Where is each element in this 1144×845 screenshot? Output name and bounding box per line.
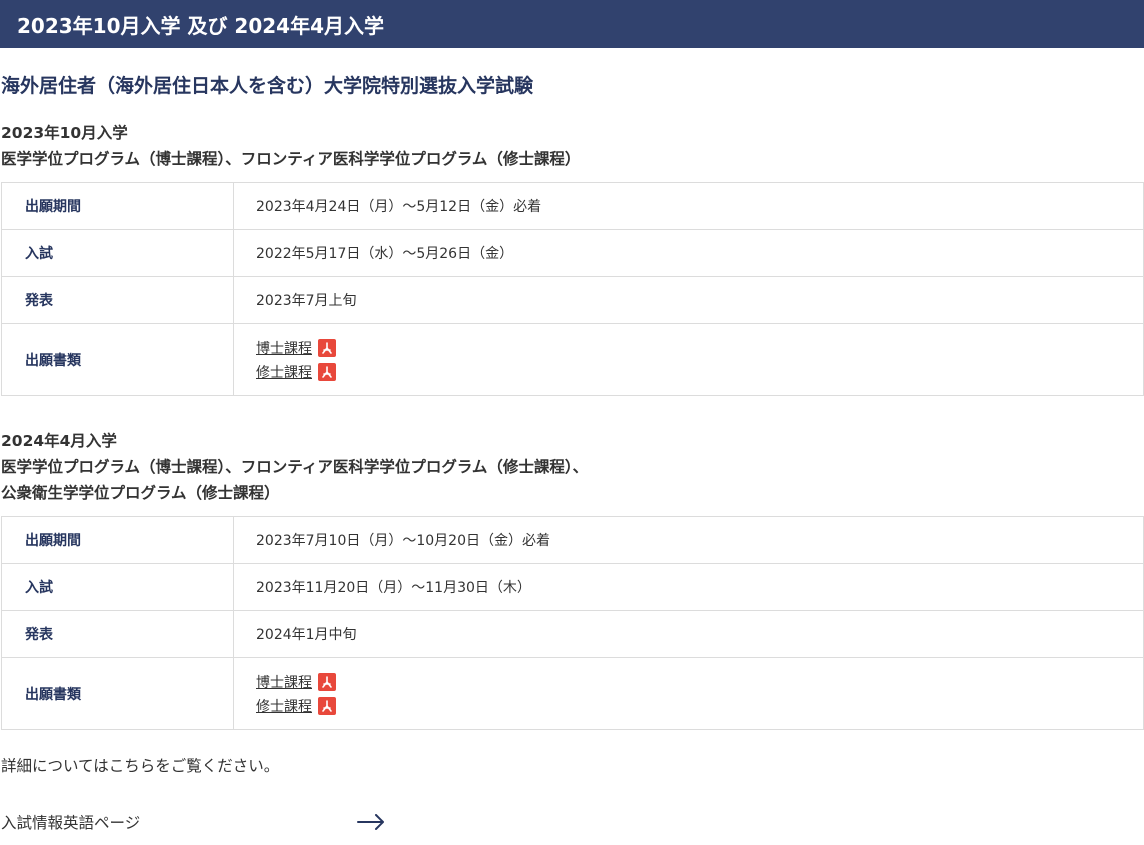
row-label: 入試 <box>1 563 234 611</box>
pdf-icon[interactable] <box>318 362 336 381</box>
schedule-table: 出願期間 2023年7月10日（月）～10月20日（金）必着 入試 2023年1… <box>1 516 1144 730</box>
row-value: 博士課程 修士課程 <box>233 323 1144 396</box>
doc-link-masters[interactable]: 修士課程 <box>256 696 312 716</box>
doc-link-item: 博士課程 <box>256 670 1143 694</box>
row-label: 出願期間 <box>1 182 234 230</box>
table-row: 出願書類 博士課程 修士課程 <box>1 323 1144 396</box>
row-label: 発表 <box>1 610 234 658</box>
doc-link-item: 博士課程 <box>256 336 1143 360</box>
english-page-link-label[interactable]: 入試情報英語ページ <box>1 811 357 833</box>
row-value: 博士課程 修士課程 <box>233 657 1144 730</box>
intake-heading: 2023年10月入学 <box>1 124 128 142</box>
row-label: 出願書類 <box>1 657 234 730</box>
doc-link-doctoral[interactable]: 博士課程 <box>256 338 312 358</box>
program-line: 医学学位プログラム（博士課程）、フロンティア医科学学位プログラム（修士課程）、 <box>1 458 589 476</box>
doc-link-item: 修士課程 <box>256 360 1143 384</box>
pdf-icon[interactable] <box>318 338 336 357</box>
table-row: 入試 2022年5月17日（水）～5月26日（金） <box>1 229 1144 277</box>
pdf-icon[interactable] <box>318 696 336 715</box>
english-page-link[interactable]: 入試情報英語ページ <box>1 810 1144 834</box>
banner-title: 2023年10月入学 及び 2024年4月入学 <box>17 13 385 38</box>
table-row: 出願書類 博士課程 修士課程 <box>1 657 1144 730</box>
detail-text: 詳細についてはこちらをご覧ください。 <box>1 757 280 775</box>
table-row: 出願期間 2023年7月10日（月）～10月20日（金）必着 <box>1 516 1144 564</box>
schedule-table: 出願期間 2023年4月24日（月）～5月12日（金）必着 入試 2022年5月… <box>1 182 1144 396</box>
row-value: 2024年1月中旬 <box>233 610 1144 658</box>
doc-link-doctoral[interactable]: 博士課程 <box>256 672 312 692</box>
table-row: 入試 2023年11月20日（月）～11月30日（木） <box>1 563 1144 611</box>
row-value: 2023年7月上旬 <box>233 276 1144 324</box>
row-label: 出願書類 <box>1 323 234 396</box>
program-line: 公衆衛生学学位プログラム（修士課程） <box>1 484 280 502</box>
table-row: 出願期間 2023年4月24日（月）～5月12日（金）必着 <box>1 182 1144 230</box>
row-label: 入試 <box>1 229 234 277</box>
row-value: 2022年5月17日（水）～5月26日（金） <box>233 229 1144 277</box>
row-value: 2023年11月20日（月）～11月30日（木） <box>233 563 1144 611</box>
program-line: 医学学位プログラム（博士課程）、フロンティア医科学学位プログラム（修士課程） <box>1 150 581 168</box>
row-label: 出願期間 <box>1 516 234 564</box>
table-row: 発表 2024年1月中旬 <box>1 610 1144 658</box>
table-row: 発表 2023年7月上旬 <box>1 276 1144 324</box>
main-content: 海外居住者（海外居住日本人を含む）大学院特別選抜入学試験 2023年10月入学 … <box>0 72 1144 834</box>
page-banner: 2023年10月入学 及び 2024年4月入学 <box>0 0 1144 48</box>
row-value: 2023年7月10日（月）～10月20日（金）必着 <box>233 516 1144 564</box>
page-title: 海外居住者（海外居住日本人を含む）大学院特別選抜入学試験 <box>1 75 534 97</box>
row-label: 発表 <box>1 276 234 324</box>
intake-heading: 2024年4月入学 <box>1 432 117 450</box>
doc-link-masters[interactable]: 修士課程 <box>256 362 312 382</box>
doc-link-item: 修士課程 <box>256 694 1143 718</box>
row-value: 2023年4月24日（月）～5月12日（金）必着 <box>233 182 1144 230</box>
arrow-right-icon[interactable] <box>357 814 385 830</box>
pdf-icon[interactable] <box>318 672 336 691</box>
